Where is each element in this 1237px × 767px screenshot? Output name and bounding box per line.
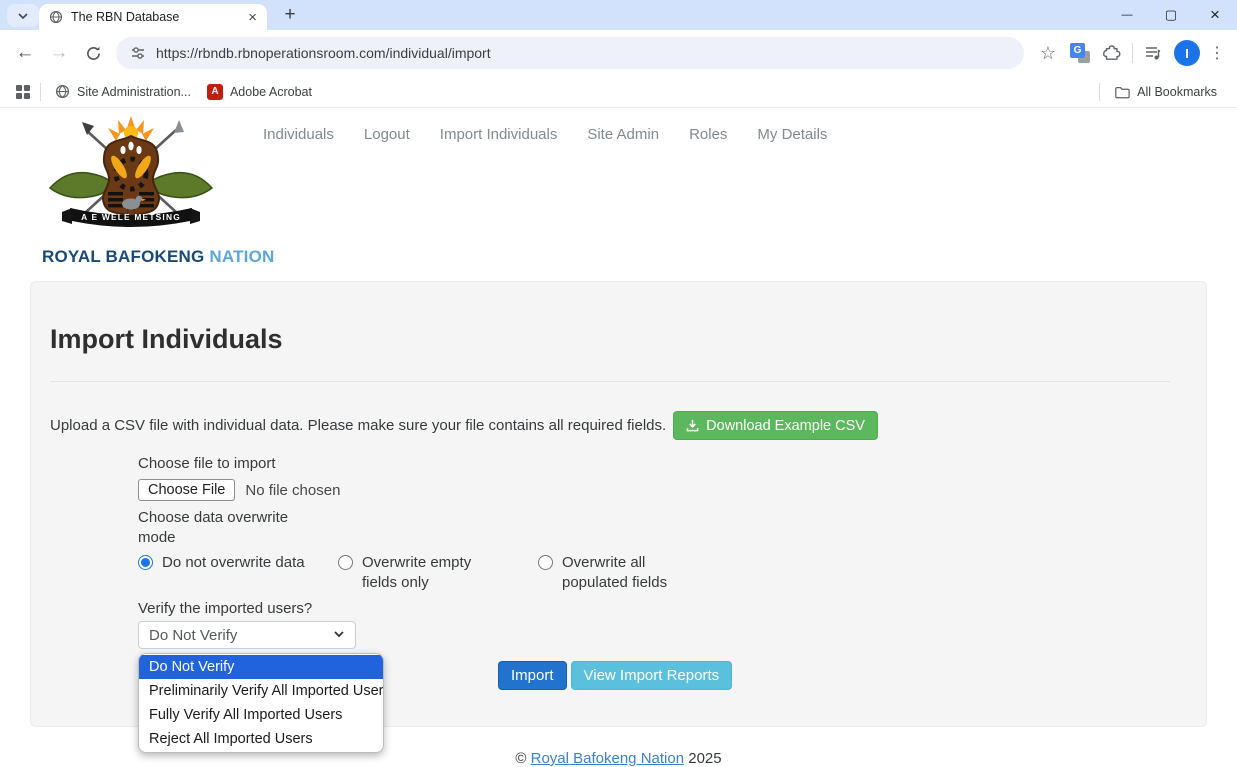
new-tab-button[interactable]: + (278, 3, 302, 27)
dropdown-option-reject-all[interactable]: Reject All Imported Users (139, 727, 383, 751)
nav-item-my-details[interactable]: My Details (757, 126, 827, 143)
view-import-reports-button[interactable]: View Import Reports (571, 661, 733, 690)
rbn-crest-image: A E WELE METSING (42, 112, 220, 240)
toolbar-divider (1132, 43, 1133, 63)
bookmarks-bar: Site Administration... A Adobe Acrobat A… (0, 76, 1237, 108)
tab-search-button[interactable] (7, 4, 39, 27)
back-button[interactable]: ← (8, 36, 42, 70)
all-bookmarks-label: All Bookmarks (1137, 85, 1217, 99)
close-window-button[interactable]: × (1193, 0, 1237, 30)
tab-title: The RBN Database (71, 10, 240, 24)
bookmark-star-icon[interactable]: ☆ (1032, 37, 1064, 69)
maximize-button[interactable]: ▢ (1149, 0, 1193, 30)
footer-link-rbn[interactable]: Royal Bafokeng Nation (531, 750, 684, 767)
chevron-down-icon (333, 627, 345, 644)
site-nav: Individuals Logout Import Individuals Si… (263, 126, 827, 143)
verify-select[interactable]: Do Not Verify (138, 621, 356, 649)
logo-wordmark: ROYAL BAFOKENG NATION (42, 247, 220, 267)
folder-icon (1114, 84, 1130, 100)
verify-label: Verify the imported users? (138, 599, 312, 619)
globe-icon (55, 84, 70, 99)
reload-button[interactable] (76, 36, 110, 70)
nav-item-individuals[interactable]: Individuals (263, 126, 334, 143)
footer-year: 2025 (688, 750, 721, 767)
window-controls: — ▢ × (1105, 0, 1237, 30)
radio-do-not-overwrite[interactable] (138, 555, 153, 570)
forward-button[interactable]: → (42, 36, 76, 70)
radio-overwrite-all[interactable] (538, 555, 553, 570)
browser-menu-icon[interactable]: ⋮ (1205, 43, 1229, 63)
adobe-acrobat-icon: A (207, 84, 223, 100)
file-input[interactable]: Choose File No file chosen (138, 479, 340, 501)
radio-option-overwrite-empty[interactable]: Overwrite empty fields only (338, 553, 507, 593)
chevron-down-icon (17, 10, 29, 22)
intro-text: Upload a CSV file with individual data. … (50, 417, 666, 434)
nav-item-site-admin[interactable]: Site Admin (587, 126, 659, 143)
dropdown-option-fully-verify[interactable]: Fully Verify All Imported Users (139, 703, 383, 727)
extensions-puzzle-icon[interactable] (1096, 37, 1128, 69)
apps-grid-icon[interactable] (16, 85, 30, 99)
nav-item-import-individuals[interactable]: Import Individuals (440, 126, 558, 143)
file-status-text: No file chosen (245, 482, 340, 499)
url-text: https://rbndb.rbnoperationsroom.com/indi… (156, 45, 491, 61)
import-button[interactable]: Import (498, 661, 567, 690)
file-label: Choose file to import (138, 454, 276, 474)
translate-icon[interactable]: G (1064, 37, 1096, 69)
tab-close-icon[interactable]: × (248, 10, 257, 25)
overwrite-label: Choose data overwrite mode (138, 508, 293, 548)
reload-icon (85, 45, 102, 62)
logo-name-light: NATION (209, 247, 274, 266)
import-panel: Import Individuals Upload a CSV file wit… (30, 281, 1207, 727)
bookmark-adobe-acrobat[interactable]: A Adobe Acrobat (199, 80, 320, 104)
dropdown-option-do-not-verify[interactable]: Do Not Verify (139, 655, 383, 679)
logo-name-bold: ROYAL BAFOKENG (42, 247, 204, 266)
verify-dropdown-list: Do Not Verify Preliminarily Verify All I… (138, 653, 384, 753)
site-settings-icon (130, 45, 146, 61)
browser-tab[interactable]: The RBN Database × (39, 4, 267, 30)
bookmarks-divider (1099, 83, 1100, 101)
bookmark-label: Site Administration... (77, 85, 191, 99)
browser-toolbar: ← → https://rbndb.rbnoperationsroom.com/… (0, 30, 1237, 76)
copyright-symbol: © (515, 750, 526, 767)
address-bar[interactable]: https://rbndb.rbnoperationsroom.com/indi… (116, 37, 1024, 69)
choose-file-button[interactable]: Choose File (138, 479, 235, 501)
svg-text:A E WELE METSING: A E WELE METSING (81, 212, 181, 222)
bookmark-site-administration[interactable]: Site Administration... (47, 80, 199, 103)
minimize-button[interactable]: — (1105, 0, 1149, 30)
nav-item-roles[interactable]: Roles (689, 126, 727, 143)
nav-item-logout[interactable]: Logout (364, 126, 410, 143)
bookmark-label: Adobe Acrobat (230, 85, 312, 99)
page-title: Import Individuals (50, 324, 283, 355)
all-bookmarks-button[interactable]: All Bookmarks (1106, 80, 1225, 104)
radio-option-overwrite-all[interactable]: Overwrite all populated fields (538, 553, 712, 593)
bookmarks-divider (40, 83, 41, 101)
download-icon (686, 419, 699, 432)
download-example-csv-button[interactable]: Download Example CSV (673, 411, 878, 440)
profile-avatar[interactable]: I (1174, 40, 1200, 66)
browser-window: The RBN Database × + — ▢ × ← → https://r… (0, 0, 1237, 767)
tab-strip: The RBN Database × + — ▢ × (0, 0, 1237, 30)
radio-option-do-not-overwrite[interactable]: Do not overwrite data (138, 553, 332, 573)
dropdown-option-preliminarily-verify[interactable]: Preliminarily Verify All Imported Users (139, 679, 383, 703)
rbn-logo[interactable]: A E WELE METSING ROYAL BAFOKENG NATION (42, 112, 220, 267)
title-divider (50, 381, 1170, 382)
globe-favicon-icon (49, 10, 63, 24)
radio-overwrite-empty[interactable] (338, 555, 353, 570)
media-controls-icon[interactable] (1137, 37, 1169, 69)
verify-selected-value: Do Not Verify (149, 627, 237, 644)
